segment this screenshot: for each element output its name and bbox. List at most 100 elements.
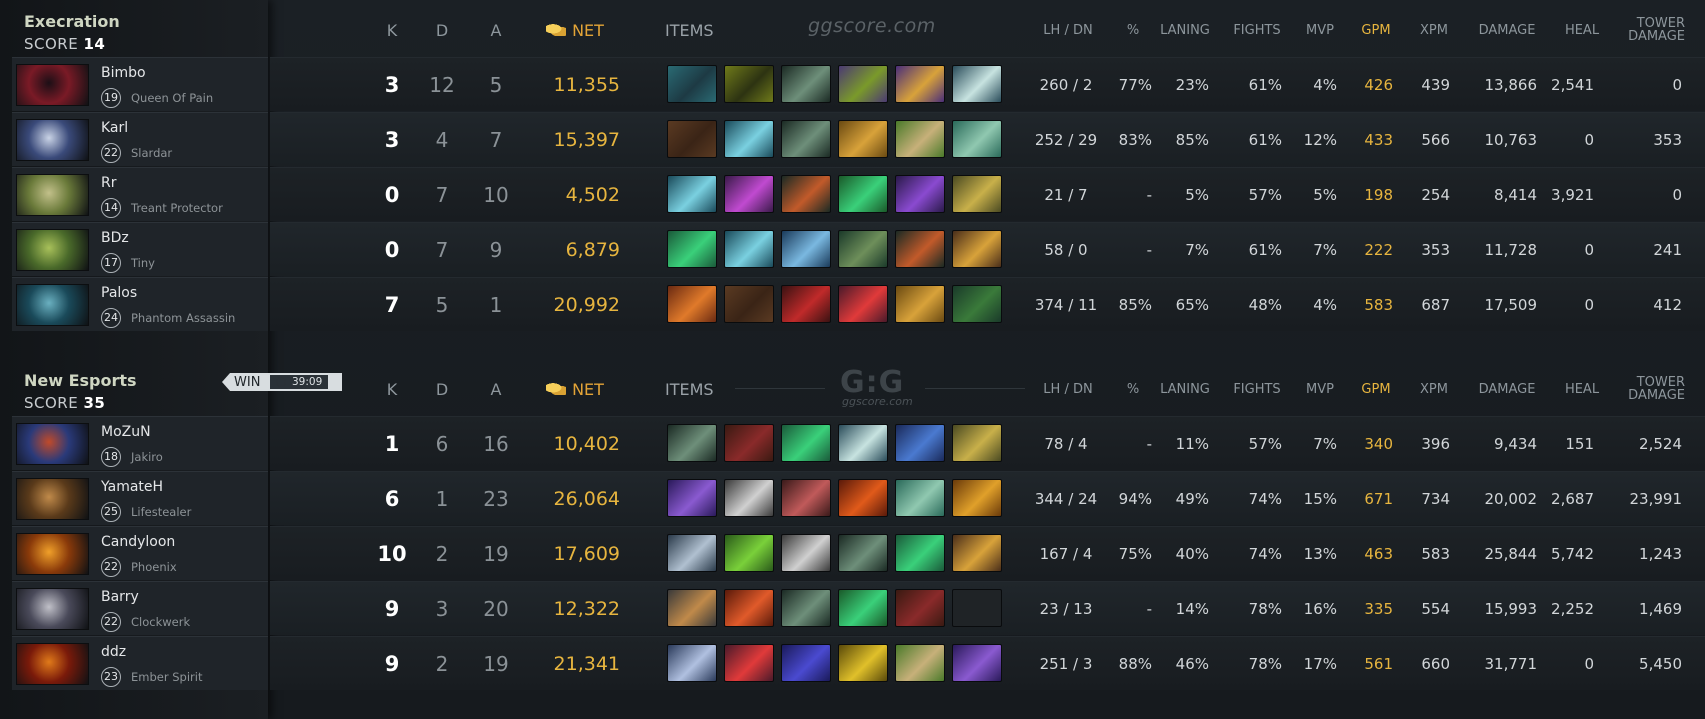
item-icon[interactable] xyxy=(667,175,717,213)
col-header-pct: % xyxy=(1126,22,1140,38)
stat-gpm: 340 xyxy=(1364,434,1393,453)
item-icon[interactable] xyxy=(781,534,831,572)
item-icon[interactable] xyxy=(952,285,1002,323)
score-label: SCORE xyxy=(24,35,79,53)
item-icon[interactable] xyxy=(895,230,945,268)
player-name[interactable]: YamateH xyxy=(101,479,163,495)
item-icon[interactable] xyxy=(724,589,774,627)
item-icon[interactable] xyxy=(667,589,717,627)
item-icon[interactable] xyxy=(724,230,774,268)
item-icon[interactable] xyxy=(724,65,774,103)
player-stat-row: 6 1 23 26,064 344 / 24 94% 49% 74% 15% 671 734 20,0… xyxy=(270,471,1705,525)
stat-k: 10 xyxy=(377,541,407,566)
match-duration: 39:09 xyxy=(270,375,329,389)
item-icon[interactable] xyxy=(838,120,888,158)
item-icon[interactable] xyxy=(838,175,888,213)
item-icon[interactable] xyxy=(781,285,831,323)
player-name[interactable]: Candyloon xyxy=(101,534,175,550)
item-icon[interactable] xyxy=(724,424,774,462)
item-icon[interactable] xyxy=(895,644,945,682)
hero-name: Lifestealer xyxy=(131,505,192,519)
player-card[interactable]: Barry 22 Clockwerk xyxy=(12,581,268,635)
item-icon[interactable] xyxy=(952,479,1002,517)
stat-k: 6 xyxy=(384,486,400,511)
item-icon[interactable] xyxy=(952,424,1002,462)
item-icon[interactable] xyxy=(952,230,1002,268)
item-icon[interactable] xyxy=(781,424,831,462)
item-icon[interactable] xyxy=(667,285,717,323)
stat-d: 12 xyxy=(429,72,455,97)
item-icon[interactable] xyxy=(952,65,1002,103)
hero-level: 22 xyxy=(101,612,121,632)
item-icon[interactable] xyxy=(838,589,888,627)
item-icon[interactable] xyxy=(667,644,717,682)
player-card[interactable]: ddz 23 Ember Spirit xyxy=(12,636,268,690)
item-icon[interactable] xyxy=(667,479,717,517)
player-card[interactable]: BDz 17 Tiny xyxy=(12,222,268,276)
player-name[interactable]: ddz xyxy=(101,644,126,660)
player-name[interactable]: Rr xyxy=(101,175,116,191)
item-icon[interactable] xyxy=(667,534,717,572)
item-icon[interactable] xyxy=(724,120,774,158)
player-card[interactable]: Karl 22 Slardar xyxy=(12,112,268,166)
item-icon[interactable] xyxy=(952,120,1002,158)
item-icon[interactable] xyxy=(838,285,888,323)
player-stat-row: 9 2 19 21,341 251 / 3 88% 46% 78% 17% 561 660 31,77… xyxy=(270,636,1705,690)
player-name[interactable]: MoZuN xyxy=(101,424,151,440)
item-icon[interactable] xyxy=(667,120,717,158)
item-icon[interactable] xyxy=(895,175,945,213)
item-icon[interactable] xyxy=(952,534,1002,572)
player-card[interactable]: Palos 24 Phantom Assassin xyxy=(12,277,268,331)
stat-tower: 23,991 xyxy=(1629,489,1683,508)
item-icon[interactable] xyxy=(895,285,945,323)
player-name[interactable]: BDz xyxy=(101,230,129,246)
item-icon[interactable] xyxy=(724,479,774,517)
item-icon[interactable] xyxy=(667,230,717,268)
item-icon[interactable] xyxy=(838,424,888,462)
item-icon[interactable] xyxy=(724,534,774,572)
stat-tower: 1,243 xyxy=(1639,544,1682,563)
item-icon[interactable] xyxy=(781,120,831,158)
item-icon[interactable] xyxy=(724,285,774,323)
player-name[interactable]: Barry xyxy=(101,589,139,605)
player-name[interactable]: Palos xyxy=(101,285,137,301)
item-icon[interactable] xyxy=(952,644,1002,682)
item-icon[interactable] xyxy=(895,424,945,462)
item-icon[interactable] xyxy=(838,479,888,517)
item-icon[interactable] xyxy=(724,175,774,213)
item-icon[interactable] xyxy=(724,644,774,682)
item-icon[interactable] xyxy=(838,230,888,268)
item-icon[interactable] xyxy=(667,65,717,103)
item-icon[interactable] xyxy=(838,644,888,682)
item-icon[interactable] xyxy=(781,65,831,103)
item-icon[interactable] xyxy=(895,120,945,158)
hero-portrait xyxy=(16,119,89,161)
item-icon[interactable] xyxy=(952,175,1002,213)
player-name[interactable]: Bimbo xyxy=(101,65,146,81)
item-icon[interactable] xyxy=(781,230,831,268)
item-icon[interactable] xyxy=(838,65,888,103)
player-card[interactable]: MoZuN 18 Jakiro xyxy=(12,416,268,470)
item-icon[interactable] xyxy=(895,65,945,103)
player-card[interactable]: Bimbo 19 Queen Of Pain xyxy=(12,57,268,111)
stat-mvp: 17% xyxy=(1303,654,1337,673)
player-name[interactable]: Karl xyxy=(101,120,128,136)
stat-heal: 151 xyxy=(1565,434,1594,453)
col-header-net: NET xyxy=(540,363,610,415)
player-card[interactable]: Rr 14 Treant Protector xyxy=(12,167,268,221)
item-icon[interactable] xyxy=(895,479,945,517)
item-icon[interactable] xyxy=(895,534,945,572)
hero-level: 22 xyxy=(101,557,121,577)
item-icon[interactable] xyxy=(781,589,831,627)
item-icon[interactable] xyxy=(781,479,831,517)
item-icon[interactable] xyxy=(952,589,1002,627)
stat-xpm: 583 xyxy=(1421,544,1450,563)
item-icon[interactable] xyxy=(781,175,831,213)
item-icon[interactable] xyxy=(838,534,888,572)
item-icon[interactable] xyxy=(781,644,831,682)
item-icon[interactable] xyxy=(667,424,717,462)
item-icon[interactable] xyxy=(895,589,945,627)
player-stat-row: 3 4 7 15,397 252 / 29 83% 85% 61% 12% 433 566 10,76… xyxy=(270,112,1705,166)
player-card[interactable]: YamateH 25 Lifestealer xyxy=(12,471,268,525)
player-card[interactable]: Candyloon 22 Phoenix xyxy=(12,526,268,580)
